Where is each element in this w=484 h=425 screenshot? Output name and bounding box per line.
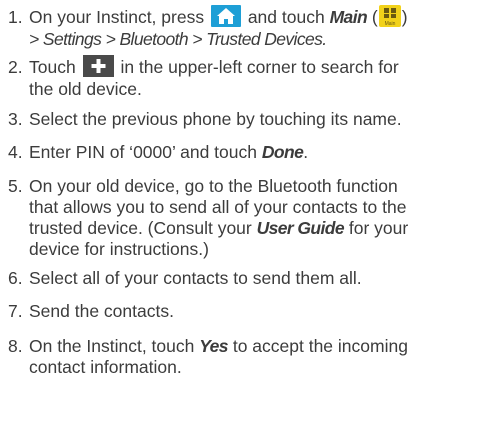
step-5-line-2: that allows you to send all of your cont… [29, 197, 407, 217]
plus-icon [82, 55, 114, 78]
step-text: On your old device, go to the Bluetooth … [29, 176, 481, 260]
step-8-text-b: to accept the incoming [232, 336, 408, 356]
step-text: Send the contacts. [29, 301, 481, 322]
step-text: Touch in the upper-left corner to search… [29, 55, 481, 100]
step-number: 8. [8, 336, 23, 356]
step-3-text: Select the previous phone by touching it… [29, 109, 402, 129]
done-label: Done [261, 142, 304, 162]
step-5-line-3b: for your [348, 218, 409, 238]
yes-label: Yes [199, 336, 228, 356]
step-number: 7. [8, 301, 23, 321]
step-text: On the Instinct, touch Yes to accept the… [29, 336, 481, 378]
step-4-text-b: . [303, 142, 309, 162]
step-8-line-2: contact information. [29, 357, 182, 377]
step-number: 6. [8, 268, 23, 288]
step-5-line-4: device for instructions.) [29, 239, 209, 259]
main-menu-icon: Main [378, 5, 401, 28]
step-2-text-b: in the upper-left corner to search for [120, 57, 399, 77]
step-7-text: Send the contacts. [29, 301, 174, 321]
step-number: 3. [8, 109, 23, 129]
step-5-line-3a: trusted device. (Consult your [29, 218, 252, 238]
main-icon-caption: Main [384, 21, 395, 27]
step-8-text-a: On the Instinct, touch [29, 336, 195, 356]
step-number: 2. [8, 57, 23, 77]
step-2-text-c: the old device. [29, 79, 142, 100]
paren-open: ( [371, 7, 378, 27]
step-1-text-a: On your Instinct, press [29, 7, 205, 27]
settings-path: > Settings > Bluetooth > Trusted Devices… [29, 29, 327, 50]
paren-close: ) [401, 7, 408, 27]
step-2-text-a: Touch [29, 57, 76, 77]
step-text: Enter PIN of ‘0000’ and touch Done. [29, 142, 481, 163]
step-1-text-b: and touch [247, 7, 325, 27]
step-text: Select the previous phone by touching it… [29, 109, 481, 130]
step-4-text-a: Enter PIN of ‘0000’ and touch [29, 142, 257, 162]
step-text: On your Instinct, press and touch Main (… [29, 5, 481, 50]
user-guide-label: User Guide [256, 218, 345, 238]
home-icon [210, 5, 241, 28]
step-5-line-1: On your old device, go to the Bluetooth … [29, 176, 398, 196]
step-number: 1. [8, 7, 23, 27]
step-text: Select all of your contacts to send them… [29, 268, 481, 289]
step-6-text: Select all of your contacts to send them… [29, 268, 362, 288]
step-number: 5. [8, 176, 23, 196]
step-number: 4. [8, 142, 23, 162]
main-label: Main [329, 7, 368, 27]
